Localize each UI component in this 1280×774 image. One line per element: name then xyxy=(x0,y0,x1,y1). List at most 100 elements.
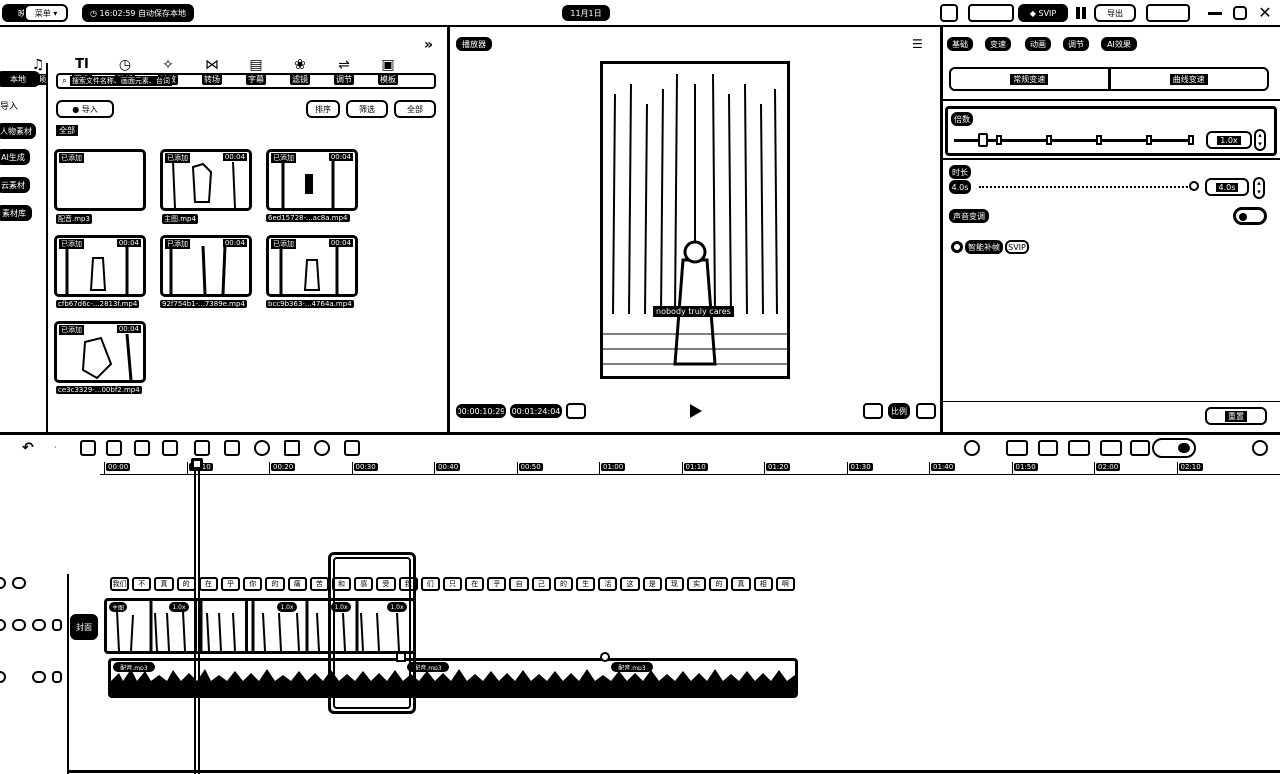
media-item[interactable]: 已添加 00:04 xyxy=(266,149,358,211)
crop-icon[interactable] xyxy=(344,440,360,456)
sidebar-item-ai[interactable]: AI生成 xyxy=(0,149,30,165)
split-right-icon[interactable] xyxy=(134,440,150,456)
media-item[interactable]: 已添加 00:04 xyxy=(54,235,146,297)
ratio-button[interactable]: 比例 xyxy=(888,403,910,419)
subtitle-clip[interactable]: 这 xyxy=(620,577,640,591)
subtitle-clip[interactable]: 我们 xyxy=(110,577,130,591)
selected-video-clip[interactable] xyxy=(194,598,248,654)
tab-basic[interactable]: 基础 xyxy=(947,37,973,51)
subtitle-clip[interactable]: 的 xyxy=(265,577,285,591)
speed-slider[interactable] xyxy=(954,139,1194,142)
account-button[interactable] xyxy=(1146,4,1190,22)
export-button[interactable]: 导出 xyxy=(1094,4,1136,22)
sort-button[interactable]: 排序 xyxy=(306,100,340,118)
import-button[interactable]: ● 导入 xyxy=(56,100,114,118)
pitch-toggle[interactable] xyxy=(1233,207,1267,225)
subtitle-clip[interactable]: 相 xyxy=(753,577,773,591)
play-button[interactable] xyxy=(687,403,703,419)
sidebar-item-cloud[interactable]: 云素材 xyxy=(0,177,30,193)
cover-button[interactable]: 封面 xyxy=(70,614,98,640)
fullscreen-icon[interactable] xyxy=(916,403,936,419)
subtitle-clip[interactable]: 自 xyxy=(509,577,529,591)
split-icon[interactable] xyxy=(80,440,96,456)
delete-icon[interactable] xyxy=(162,440,178,456)
playhead[interactable] xyxy=(194,470,200,774)
lock-icon[interactable] xyxy=(0,671,6,683)
lock-icon[interactable] xyxy=(0,619,6,631)
subtitle-clip[interactable]: 的 xyxy=(553,577,574,591)
subtitle-clip[interactable]: 现 xyxy=(664,577,685,591)
subtitle-clip[interactable]: 的 xyxy=(709,577,729,591)
subtitle-clip[interactable]: 你 xyxy=(243,577,263,591)
filter-button[interactable]: 筛选 xyxy=(346,100,388,118)
subtitle-clip[interactable]: 在 xyxy=(198,577,218,591)
subtitle-clip[interactable]: 乎 xyxy=(220,577,241,591)
speaker-icon[interactable] xyxy=(32,671,46,683)
subtitle-clip[interactable]: 真 xyxy=(731,577,751,591)
selection-box[interactable] xyxy=(328,552,416,714)
tab-ai-effects[interactable]: AI效果 xyxy=(1101,37,1137,51)
sidebar-item-import[interactable]: 导入 xyxy=(0,99,18,112)
subtitle-clip[interactable]: 乎 xyxy=(487,577,507,591)
smooth-checkbox[interactable] xyxy=(951,241,963,253)
rotate-icon[interactable] xyxy=(314,440,330,456)
media-item[interactable]: 已添加 xyxy=(54,149,146,211)
audio-split-handle[interactable] xyxy=(600,652,610,662)
undo-icon[interactable]: ↶ xyxy=(22,440,38,456)
menu-button[interactable]: 菜单 ▾ xyxy=(24,4,68,22)
subtitle-clip[interactable]: 的 xyxy=(176,577,196,591)
zoom-out-icon[interactable] xyxy=(1130,440,1150,456)
screen-icon[interactable] xyxy=(968,4,1014,22)
close-icon[interactable]: ✕ xyxy=(1256,4,1274,22)
speed-stepper-icon[interactable]: ▴ ▾ xyxy=(1254,129,1266,151)
subtitle-clip[interactable]: 是 xyxy=(642,577,662,591)
vip-badge[interactable]: ◆ SVIP xyxy=(1018,4,1068,22)
media-item[interactable]: 已添加 00:04 xyxy=(160,149,252,211)
pause-icon[interactable] xyxy=(1074,6,1088,20)
marker-icon[interactable] xyxy=(194,440,210,456)
project-title[interactable]: 11月1日 xyxy=(562,5,610,21)
speed-slider-handle[interactable] xyxy=(978,133,988,147)
reverse-icon[interactable] xyxy=(254,440,270,456)
sidebar-item-local[interactable]: 本地 xyxy=(0,71,40,87)
duration-value-input[interactable]: 4.0s xyxy=(1205,178,1249,196)
media-item[interactable]: 已添加 00:04 xyxy=(160,235,252,297)
subtitle-clip[interactable]: 己 xyxy=(531,577,551,591)
zoom-slider[interactable] xyxy=(1152,438,1196,458)
fit-icon[interactable] xyxy=(1252,440,1268,456)
magnet-icon[interactable] xyxy=(1038,440,1058,456)
eye-icon[interactable] xyxy=(12,619,26,631)
speed-mode-curve[interactable]: 曲线变速 xyxy=(1111,69,1268,89)
freeze-icon[interactable] xyxy=(224,440,240,456)
split-left-icon[interactable] xyxy=(106,440,122,456)
subtitle-clip[interactable]: 在 xyxy=(465,577,485,591)
lock-icon[interactable] xyxy=(0,577,6,589)
video-preview[interactable]: nobody truly cares xyxy=(600,61,790,379)
duration-slider-handle[interactable] xyxy=(1189,181,1199,191)
maximize-icon[interactable] xyxy=(1233,6,1247,20)
sidebar-item-library[interactable]: 素材库 xyxy=(0,205,32,221)
zoom-icon[interactable] xyxy=(863,403,883,419)
reset-button[interactable]: 重置 xyxy=(1205,407,1267,425)
horizontal-scrollbar[interactable] xyxy=(68,770,1280,773)
eye-icon[interactable] xyxy=(12,577,26,589)
link-icon[interactable] xyxy=(1006,440,1028,456)
chevron-right-icon[interactable]: » xyxy=(424,37,440,53)
mirror-icon[interactable] xyxy=(284,440,300,456)
more-icon[interactable] xyxy=(52,671,62,683)
subtitle-clip[interactable]: 生 xyxy=(576,577,596,591)
subtitle-clip[interactable]: 只 xyxy=(442,577,463,591)
media-item[interactable]: 已添加 00:04 xyxy=(54,321,146,383)
subtitle-clip[interactable]: 啊 xyxy=(775,577,795,591)
media-item[interactable]: 已添加 00:04 xyxy=(266,235,358,297)
timecode-toggle-icon[interactable] xyxy=(566,403,586,419)
menu-icon[interactable]: ☰ xyxy=(912,37,928,51)
subtitle-clip[interactable]: 不 xyxy=(132,577,152,591)
tab-speed[interactable]: 变速 xyxy=(985,37,1011,51)
all-button[interactable]: 全部 xyxy=(394,100,436,118)
audio-track[interactable]: 配音.mp3 配音.mp3 配音.mp3 xyxy=(108,658,798,698)
tab-animation[interactable]: 动画 xyxy=(1025,37,1051,51)
tab-adjust[interactable]: 调节 xyxy=(1063,37,1089,51)
sidebar-item-people[interactable]: 人物素材 xyxy=(0,123,36,139)
minimize-icon[interactable] xyxy=(1208,12,1222,15)
